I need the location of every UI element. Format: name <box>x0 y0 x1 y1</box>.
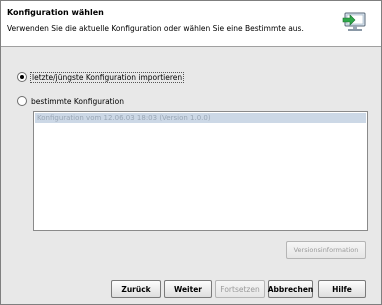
dialog-header: Konfiguration wählen Verwenden Sie die a… <box>1 1 381 47</box>
help-button[interactable]: Hilfe <box>318 280 366 298</box>
dialog-title: Konfiguration wählen <box>7 8 104 17</box>
list-item[interactable]: Konfiguration vom 12.06.03 18:03 (Versio… <box>35 113 366 123</box>
dialog-description: Verwenden Sie die aktuelle Konfiguration… <box>7 24 304 33</box>
cancel-button[interactable]: Abbrechen <box>268 280 313 298</box>
back-button[interactable]: Zurück <box>111 280 161 298</box>
option-specific-config[interactable]: bestimmte Konfiguration <box>17 96 124 106</box>
configuration-dialog: Konfiguration wählen Verwenden Sie die a… <box>0 0 382 305</box>
config-list[interactable]: Konfiguration vom 12.06.03 18:03 (Versio… <box>33 111 368 231</box>
monitor-import-icon <box>341 9 369 35</box>
next-button[interactable]: Weiter <box>164 280 212 298</box>
radio-specific-config[interactable] <box>17 96 27 106</box>
continue-button[interactable]: Fortsetzen <box>215 280 265 298</box>
option-latest-config-label: letzte/jüngste Konfiguration importieren <box>29 71 185 83</box>
version-info-button[interactable]: Versionsinformation <box>286 241 366 259</box>
option-latest-config[interactable]: letzte/jüngste Konfiguration importieren <box>17 71 185 83</box>
radio-latest-config[interactable] <box>17 72 27 82</box>
option-specific-config-label: bestimmte Konfiguration <box>31 96 125 106</box>
